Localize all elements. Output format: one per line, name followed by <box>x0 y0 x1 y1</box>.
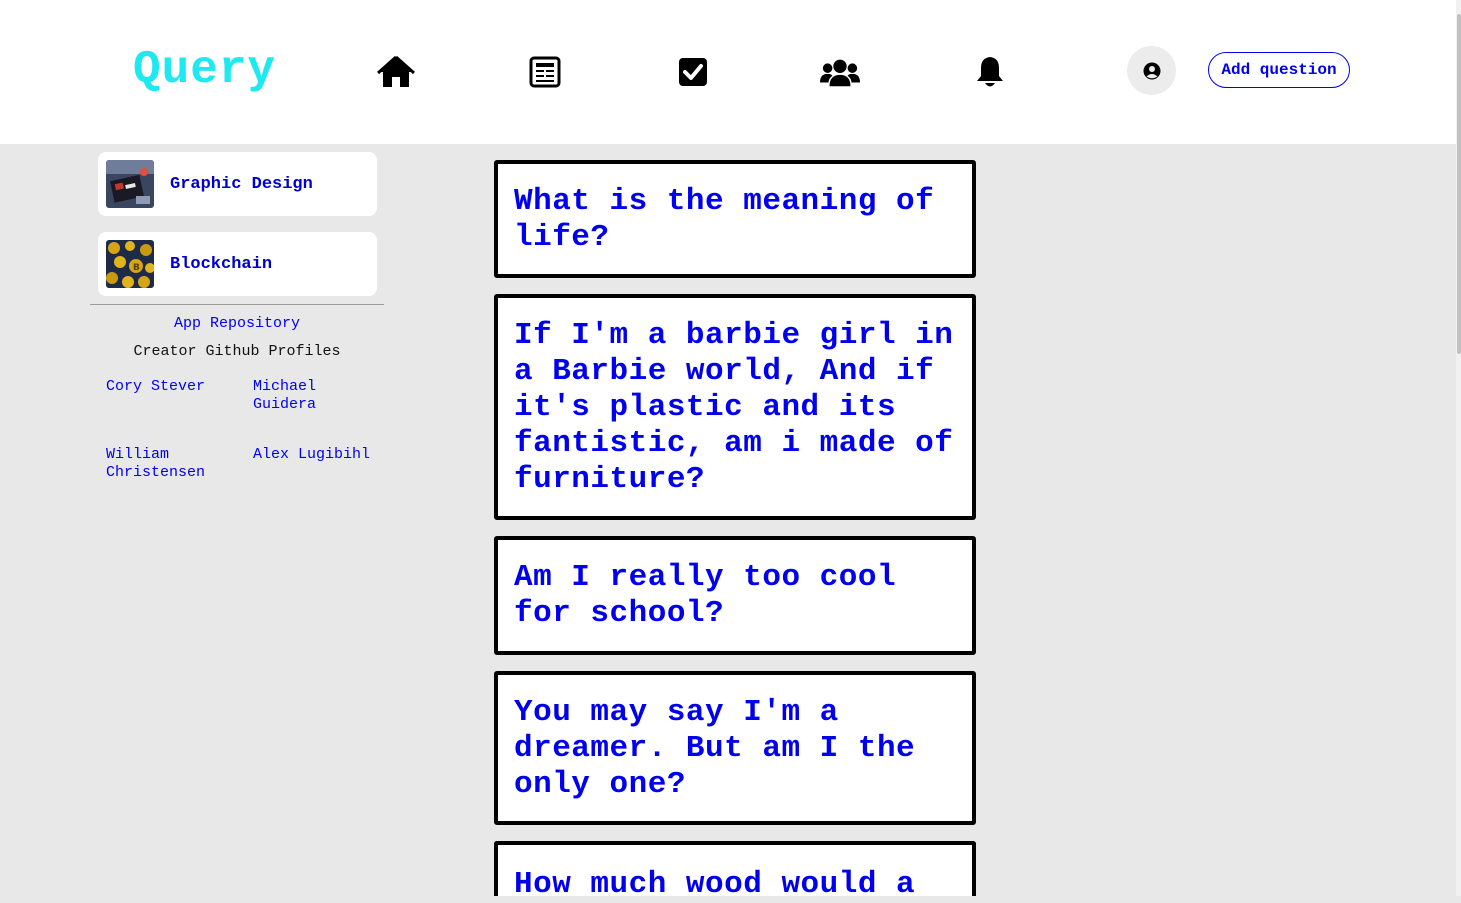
user-circle-icon <box>1143 62 1160 79</box>
question-card[interactable]: You may say I'm a dreamer. But am I the … <box>494 671 976 825</box>
question-text: If I'm a barbie girl in a Barbie world, … <box>514 318 954 497</box>
question-card[interactable]: If I'm a barbie girl in a Barbie world, … <box>494 294 976 520</box>
question-card[interactable]: How much wood would a <box>494 841 976 902</box>
news-icon[interactable] <box>525 52 565 92</box>
topic-graphic-design[interactable]: Graphic Design <box>98 152 377 216</box>
creator-link-william-christensen[interactable]: William Christensen <box>106 446 226 482</box>
graphic-design-thumbnail <box>106 160 154 208</box>
svg-text:B: B <box>133 263 140 273</box>
topic-label: Blockchain <box>170 254 273 274</box>
question-card[interactable]: Am I really too cool for school? <box>494 536 976 655</box>
question-text: You may say I'm a dreamer. But am I the … <box>514 695 916 802</box>
creator-link-cory-stever[interactable]: Cory Stever <box>106 378 226 396</box>
app-repository-link[interactable]: App Repository <box>90 315 384 332</box>
profile-avatar-button[interactable] <box>1127 46 1176 95</box>
question-text: How much wood would a <box>514 867 916 902</box>
blockchain-thumbnail: B <box>106 240 154 288</box>
topic-label: Graphic Design <box>170 174 313 194</box>
app-logo[interactable]: Query <box>133 42 276 98</box>
sidebar-divider <box>90 304 384 305</box>
users-icon[interactable] <box>820 52 860 92</box>
check-square-icon[interactable] <box>673 52 713 92</box>
creator-link-alex-lugibihl[interactable]: Alex Lugibihl <box>253 446 373 464</box>
question-card[interactable]: What is the meaning of life? <box>494 160 976 278</box>
question-text: Am I really too cool for school? <box>514 560 897 631</box>
question-text: What is the meaning of life? <box>514 184 935 255</box>
top-navbar: Query Add question <box>0 0 1461 144</box>
scrollbar-thumb[interactable] <box>1457 14 1461 354</box>
bell-icon[interactable] <box>970 52 1010 92</box>
home-icon[interactable] <box>376 52 416 92</box>
topic-blockchain[interactable]: B Blockchain <box>98 232 377 296</box>
creator-profiles-heading: Creator Github Profiles <box>133 343 341 360</box>
add-question-button[interactable]: Add question <box>1208 52 1350 88</box>
creator-link-michael-guidera[interactable]: Michael Guidera <box>253 378 373 414</box>
